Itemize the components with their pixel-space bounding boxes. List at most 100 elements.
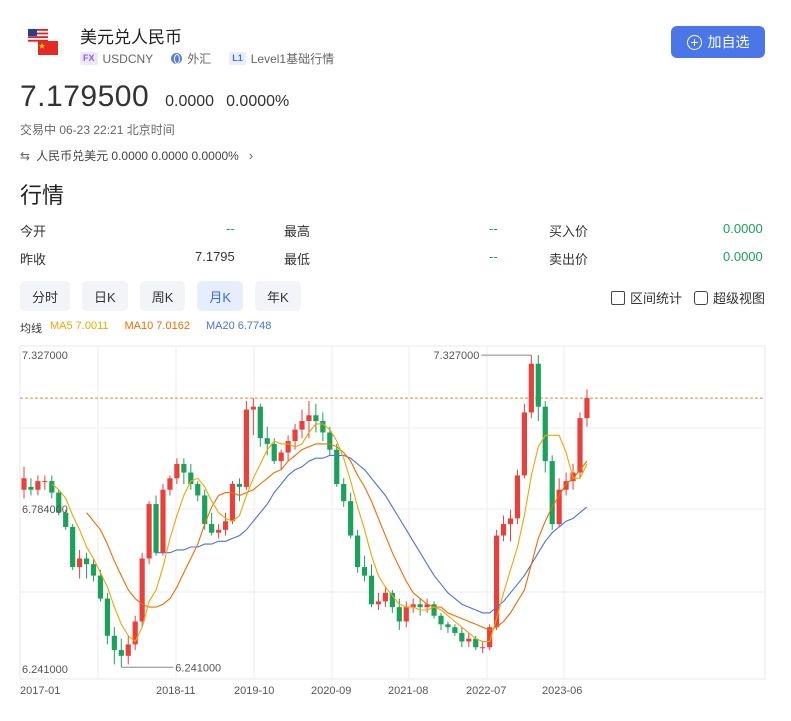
section-title: 行情 bbox=[20, 183, 65, 208]
low-label: 最低 bbox=[284, 252, 311, 267]
candle-body bbox=[118, 650, 124, 656]
candle-body bbox=[97, 575, 104, 599]
candle-body bbox=[216, 529, 222, 533]
candle-body bbox=[160, 489, 166, 553]
candle-body bbox=[111, 635, 117, 651]
range-stats-button[interactable]: 区间统计 bbox=[610, 288, 682, 307]
x-tick-label: 2017-01 bbox=[20, 685, 60, 697]
symbol-code: USDCNY bbox=[102, 51, 154, 66]
max-price-label: 7.327000 bbox=[433, 350, 479, 362]
kline-chart-svg: 7.327000 6.784000 6.241000 7.327000 6.24… bbox=[19, 345, 766, 697]
chevron-right-icon: › bbox=[248, 148, 254, 163]
tab-yearly-k[interactable]: 年K bbox=[255, 281, 301, 311]
candle-body bbox=[382, 592, 388, 602]
swap-icon: ⇆ bbox=[20, 148, 31, 163]
last-price: 7.179500 bbox=[20, 80, 150, 113]
add-watchlist-button[interactable]: 加自选 bbox=[671, 26, 765, 58]
candle-body bbox=[285, 441, 291, 453]
min-annotation: 6.241000 bbox=[121, 662, 221, 674]
range-stats-label: 区间统计 bbox=[629, 291, 682, 306]
price-row: 7.179500 0.0000 0.0000% bbox=[20, 80, 289, 114]
candle-body bbox=[368, 575, 375, 605]
candle-body bbox=[320, 421, 326, 433]
candle-body bbox=[264, 438, 270, 444]
quote-header: 美元兑人民币 FX USDCNY 外汇 L1 Level1基础行情 加自选 bbox=[20, 18, 771, 78]
inverse-quote-text: 人民币兑美元 0.0000 0.0000 0.0000% bbox=[36, 149, 239, 163]
candle-body bbox=[250, 406, 256, 410]
ma5-line bbox=[51, 423, 588, 643]
low-value: -- bbox=[489, 249, 498, 264]
super-view-label: 超级视图 bbox=[712, 291, 765, 306]
candle-body bbox=[459, 632, 465, 642]
ma5-legend: MA5 7.0011 bbox=[50, 320, 109, 332]
tab-daily-k[interactable]: 日K bbox=[82, 281, 128, 311]
chart-grid bbox=[19, 345, 766, 680]
candle-body bbox=[292, 429, 298, 442]
price-change: 0.0000 bbox=[165, 93, 215, 110]
candle-body bbox=[174, 463, 180, 479]
candle-body bbox=[195, 484, 201, 496]
candle-body bbox=[90, 564, 97, 576]
prev-close-label: 昨收 bbox=[20, 252, 47, 267]
candle-body bbox=[542, 406, 548, 462]
x-axis-ticks: 2017-01 2018-11 2019-10 2020-09 2021-08 2022-… bbox=[20, 685, 582, 697]
tab-weekly-k[interactable]: 周K bbox=[139, 281, 186, 311]
candle-body bbox=[70, 526, 76, 568]
candle-body bbox=[42, 481, 48, 483]
candle-body bbox=[49, 481, 55, 493]
candle-body bbox=[306, 415, 312, 422]
candle-body bbox=[396, 607, 402, 622]
candle-body bbox=[209, 524, 215, 533]
candle-body bbox=[153, 504, 159, 553]
candle-body bbox=[375, 601, 382, 605]
candle-body bbox=[229, 484, 236, 522]
high-label: 最高 bbox=[284, 224, 311, 239]
candle-body bbox=[313, 415, 319, 422]
candle-body bbox=[438, 615, 444, 625]
ma-legend-label: 均线 bbox=[20, 323, 42, 335]
level1-badge: L1 bbox=[229, 52, 246, 65]
tab-monthly-k[interactable]: 月K bbox=[197, 281, 244, 311]
super-view-icon bbox=[693, 290, 708, 305]
tab-intraday[interactable]: 分时 bbox=[20, 281, 71, 311]
candle-body bbox=[507, 518, 514, 525]
bid-label: 买入价 bbox=[549, 224, 589, 239]
quote-stats: 今开 -- 最高 -- 买入价 0.0000 昨收 7.1795 最低 -- 卖… bbox=[20, 218, 766, 274]
x-tick-label: 2020-09 bbox=[311, 685, 351, 697]
candle-body bbox=[549, 461, 555, 525]
candle-body bbox=[271, 443, 277, 462]
y-tick-label: 6.784000 bbox=[22, 504, 68, 516]
candle-body bbox=[146, 504, 152, 559]
fx-badge: FX bbox=[80, 52, 98, 65]
super-view-button[interactable]: 超级视图 bbox=[693, 288, 765, 307]
ask-value: 0.0000 bbox=[723, 249, 763, 264]
stats-row: 今开 -- 最高 -- 买入价 0.0000 bbox=[20, 218, 766, 246]
candle-body bbox=[327, 432, 333, 450]
candle-body bbox=[139, 558, 145, 622]
range-stats-icon bbox=[610, 290, 625, 305]
candle-body bbox=[584, 398, 590, 419]
instrument-title: 美元兑人民币 bbox=[80, 28, 182, 47]
price-change-percent: 0.0000% bbox=[226, 93, 290, 110]
candle-body bbox=[257, 406, 263, 439]
add-watchlist-label: 加自选 bbox=[707, 34, 750, 50]
candle-body bbox=[521, 412, 527, 476]
inverse-quote-link[interactable]: ⇆ 人民币兑美元 0.0000 0.0000 0.0000% › bbox=[20, 147, 253, 164]
candle-body bbox=[28, 486, 34, 490]
ma-lines-group bbox=[51, 423, 588, 643]
candle-body bbox=[243, 409, 249, 487]
open-label: 今开 bbox=[20, 224, 47, 239]
chart-frame bbox=[19, 345, 766, 680]
ma-legend: 均线 MA5 7.0011 MA10 7.0162 MA20 6.7748 bbox=[20, 320, 271, 336]
max-annotation: 7.327000 bbox=[433, 350, 532, 362]
candle-body bbox=[500, 524, 507, 536]
stats-row: 昨收 7.1795 最低 -- 卖出价 0.0000 bbox=[20, 246, 766, 274]
kline-chart[interactable]: 7.327000 6.784000 6.241000 7.327000 6.24… bbox=[0, 342, 791, 717]
candle-body bbox=[355, 535, 361, 568]
candle-body bbox=[403, 607, 409, 622]
candle-body bbox=[278, 452, 284, 462]
candle-body bbox=[528, 363, 534, 413]
open-value: -- bbox=[226, 221, 235, 236]
ma10-legend: MA10 7.0162 bbox=[124, 320, 190, 332]
candle-body bbox=[222, 521, 229, 530]
